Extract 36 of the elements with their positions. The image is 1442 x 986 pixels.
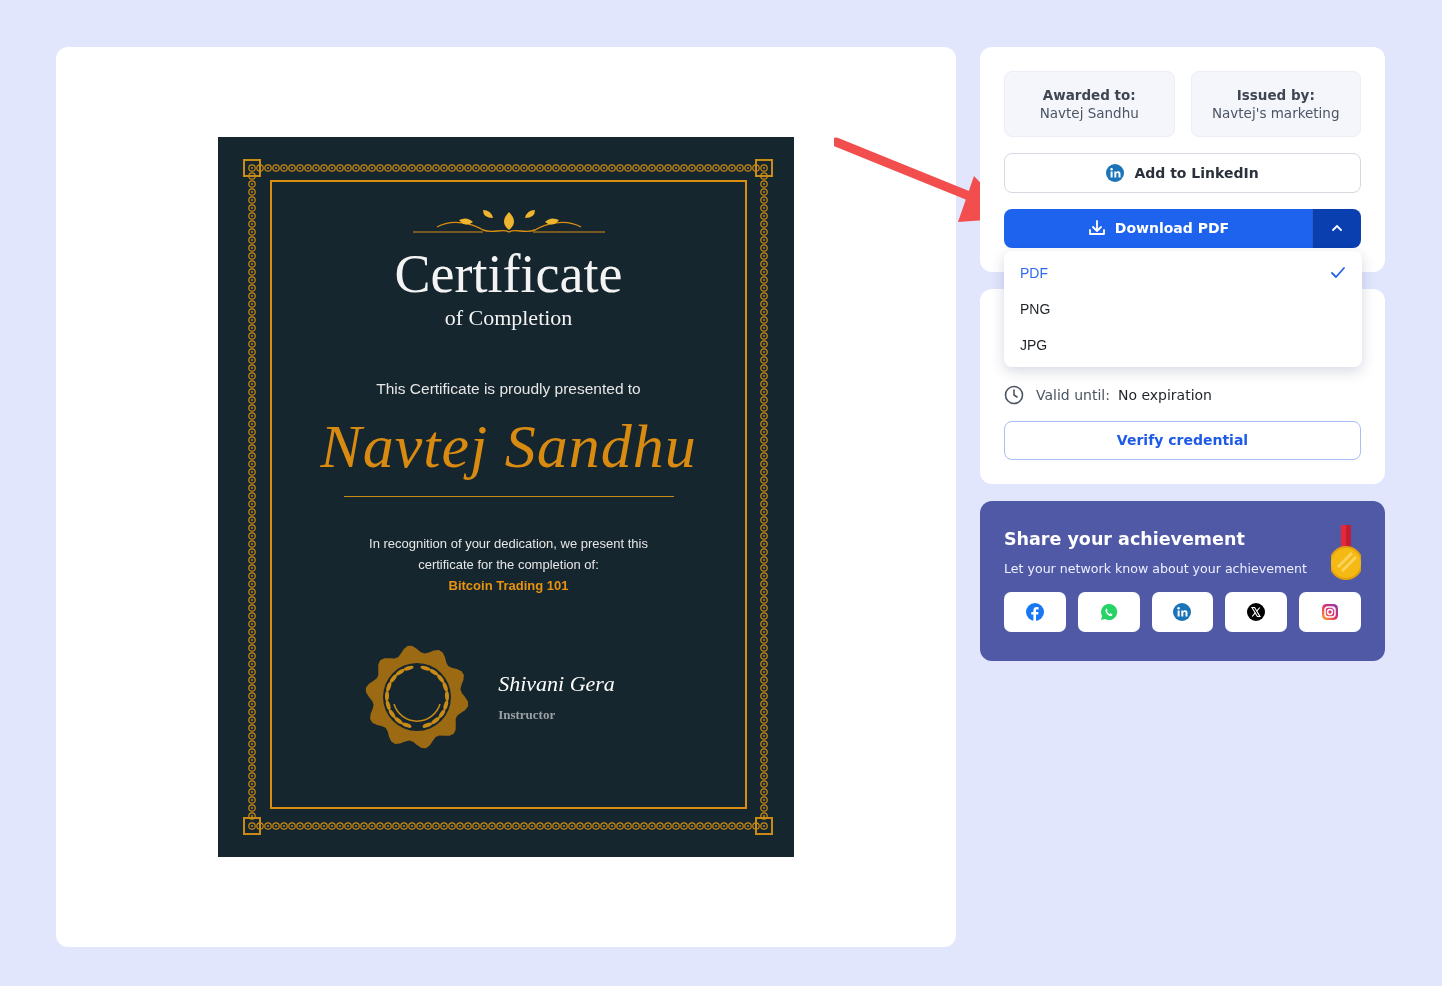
certificate-title: Certificate — [394, 244, 623, 304]
medal-icon — [1331, 525, 1361, 581]
share-subtitle: Let your network know about your achievement — [1004, 560, 1308, 578]
format-option[interactable]: PNG — [1004, 290, 1362, 327]
x-logo-icon — [1247, 603, 1266, 621]
clock-icon — [1004, 384, 1024, 405]
facebook-icon — [1025, 603, 1044, 621]
share-button[interactable] — [1151, 592, 1214, 632]
linkedin-icon — [1106, 163, 1125, 182]
linkedin-icon — [1173, 603, 1192, 621]
share-button[interactable] — [1225, 592, 1288, 632]
flourish-icon — [412, 210, 605, 236]
download-button[interactable]: Download PDF — [1004, 208, 1312, 248]
detail-value: Navtej's marketing — [1211, 105, 1340, 121]
format-option[interactable]: PDF — [1004, 254, 1362, 291]
instagram-icon — [1321, 603, 1340, 621]
whatsapp-icon — [1099, 603, 1118, 621]
recipient-name: Navtej Sandhu — [320, 411, 697, 482]
certificate-subtitle: of Completion — [444, 304, 573, 332]
signatory-role: Instructor — [498, 707, 557, 723]
format-option[interactable]: JPG — [1004, 326, 1362, 363]
presented-text: This Certificate is proudly presented to — [376, 380, 641, 398]
course-name: Bitcoin Trading 101 — [448, 577, 569, 595]
verify-button[interactable]: Verify credential — [1004, 420, 1361, 460]
detail-label: Awarded to: — [1042, 87, 1136, 103]
check-icon — [1330, 264, 1346, 281]
format-toggle-button[interactable] — [1312, 208, 1361, 248]
share-button[interactable] — [1077, 592, 1140, 632]
signatory-name: Shivani Gera — [498, 671, 615, 697]
validity-label: Valid until: — [1036, 386, 1110, 403]
linkedin-button[interactable]: Add to LinkedIn — [1004, 153, 1361, 193]
detail-label: Issued by: — [1236, 87, 1315, 103]
recognition-text: In recognition of your dedication, we present this certificate for the completion of: — [368, 535, 649, 574]
share-title: Share your achievement — [1004, 528, 1246, 551]
validity-value: No expiration — [1117, 386, 1212, 403]
detail-value: Navtej Sandhu — [1039, 105, 1139, 121]
